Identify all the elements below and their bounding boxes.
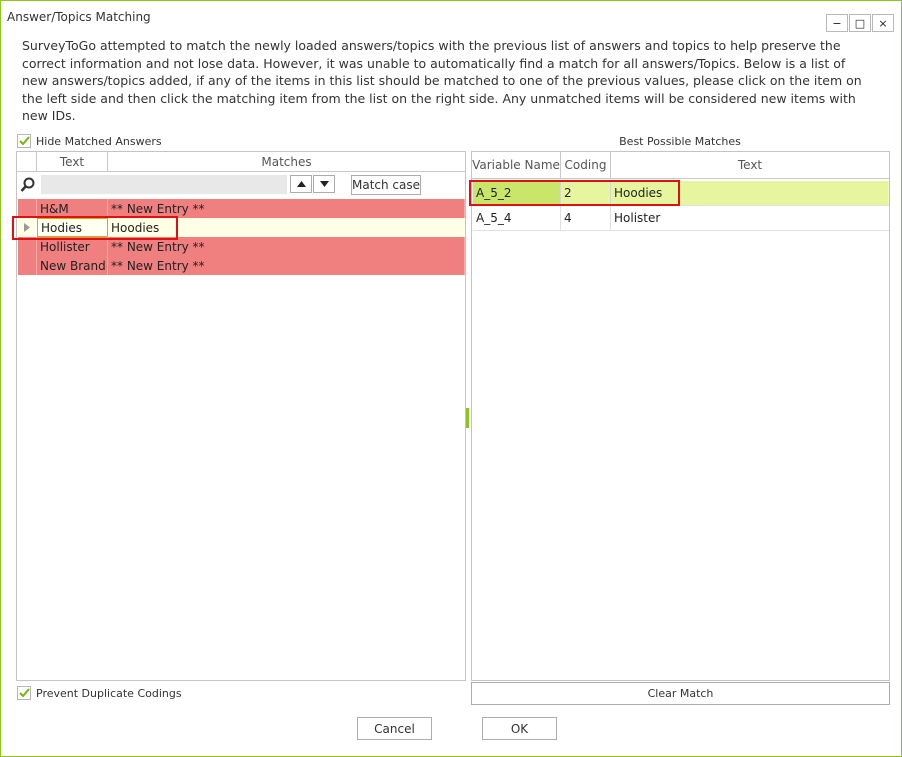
search-input[interactable] (41, 175, 287, 194)
prevent-duplicates-checkbox[interactable] (17, 686, 31, 700)
column-header-text[interactable]: Text (611, 152, 889, 179)
table-row[interactable]: A_5_2 2 Hoodies (473, 181, 889, 206)
panel-splitter[interactable] (466, 408, 469, 428)
table-row[interactable]: A_5_4 4 Holister (473, 206, 889, 231)
row-indicator (18, 199, 37, 218)
search-icon (20, 177, 36, 196)
row-indicator (18, 218, 37, 237)
answer-topics-matching-dialog: Answer/Topics Matching − □ × SurveyToGo … (0, 0, 902, 757)
current-row-arrow-icon (24, 223, 30, 232)
row-text-cell[interactable]: Hodies (37, 218, 108, 237)
table-row[interactable]: New Brand ** New Entry ** (18, 256, 465, 275)
check-icon (18, 136, 30, 146)
close-icon: × (878, 16, 888, 30)
row-match-cell: ** New Entry ** (108, 237, 465, 256)
row-coding-cell: 4 (561, 206, 611, 230)
close-button[interactable]: × (872, 14, 894, 32)
row-variable-name-cell: A_5_4 (473, 206, 561, 230)
minimize-icon: − (832, 16, 842, 30)
check-icon (18, 688, 30, 698)
column-header-matches[interactable]: Matches (108, 152, 465, 172)
arrow-up-icon (296, 181, 306, 187)
best-matches-title: Best Possible Matches (619, 135, 741, 148)
table-row[interactable]: H&M ** New Entry ** (18, 199, 465, 218)
minimize-button[interactable]: − (826, 14, 848, 32)
match-case-button[interactable]: Match case (351, 175, 421, 195)
maximize-button[interactable]: □ (849, 14, 871, 32)
clear-match-button[interactable]: Clear Match (471, 682, 890, 705)
arrow-down-icon (319, 181, 329, 187)
column-header-coding[interactable]: Coding (561, 152, 611, 179)
row-indicator (18, 256, 37, 275)
row-indicator-header (17, 152, 37, 172)
instructions-text: SurveyToGo attempted to match the newly … (22, 38, 862, 123)
column-header-text[interactable]: Text (37, 152, 108, 172)
hide-matched-label: Hide Matched Answers (36, 134, 162, 148)
best-matches-grid: Variable Name Coding Text A_5_2 2 Hoodie… (471, 151, 890, 681)
row-text-cell: New Brand (37, 256, 108, 275)
search-prev-button[interactable] (290, 175, 312, 193)
row-match-cell: Hoodies (108, 218, 465, 237)
row-text-cell: Holister (611, 206, 889, 230)
search-next-button[interactable] (313, 175, 335, 193)
hide-matched-checkbox[interactable] (17, 134, 31, 148)
prevent-duplicates-label: Prevent Duplicate Codings (36, 686, 182, 700)
row-coding-cell: 2 (561, 181, 611, 205)
hide-matched-answers-option[interactable]: Hide Matched Answers (17, 134, 162, 148)
table-row[interactable]: Hodies Hoodies (18, 218, 465, 237)
cancel-button[interactable]: Cancel (357, 717, 432, 740)
row-text-cell: H&M (37, 199, 108, 218)
column-header-variable-name[interactable]: Variable Name (472, 152, 561, 179)
prevent-duplicate-codings-option[interactable]: Prevent Duplicate Codings (17, 686, 182, 700)
row-text-cell: Hoodies (611, 181, 889, 205)
window-title: Answer/Topics Matching (7, 10, 151, 24)
new-answers-grid: Text Matches Match case H&M ** New Entry… (16, 151, 466, 681)
ok-button[interactable]: OK (482, 717, 557, 740)
row-match-cell: ** New Entry ** (108, 256, 465, 275)
row-text-cell: Hollister (37, 237, 108, 256)
table-row[interactable]: Hollister ** New Entry ** (18, 237, 465, 256)
row-match-cell: ** New Entry ** (108, 199, 465, 218)
maximize-icon: □ (854, 16, 866, 30)
row-indicator (18, 237, 37, 256)
row-variable-name-cell: A_5_2 (473, 181, 561, 205)
